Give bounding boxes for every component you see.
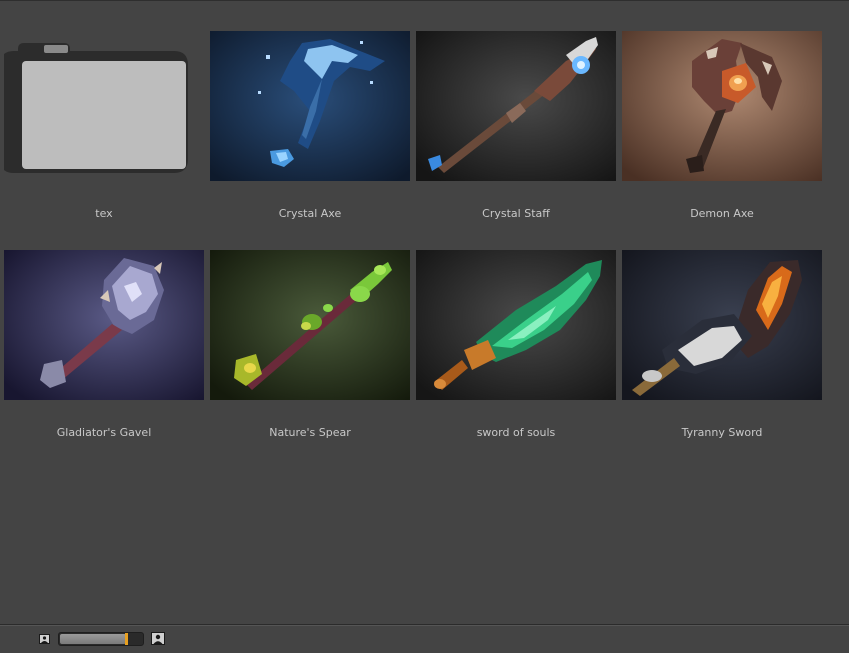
asset-thumbnail[interactable] (210, 250, 410, 400)
slider-fill (60, 634, 126, 644)
image-small-icon[interactable] (39, 634, 50, 644)
natures-spear-image (210, 250, 410, 400)
asset-label: Tyranny Sword (681, 426, 763, 439)
asset-browser-window: tex Crystal Axe Crystal Staff Demon Axe … (0, 0, 849, 653)
slider-handle[interactable] (125, 633, 128, 645)
asset-label: sword of souls (476, 426, 556, 439)
asset-label: Gladiator's Gavel (56, 426, 152, 439)
asset-label: Nature's Spear (269, 426, 351, 439)
folder-thumbnail[interactable] (4, 31, 204, 181)
crystal-axe-image (210, 31, 410, 181)
asset-item-demon-axe[interactable]: Demon Axe (622, 31, 822, 241)
asset-thumbnail[interactable] (622, 250, 822, 400)
asset-label: Crystal Axe (278, 207, 342, 220)
crystal-staff-image (416, 31, 616, 181)
thumbnail-size-slider[interactable] (58, 632, 144, 646)
asset-label: Crystal Staff (482, 207, 550, 220)
asset-item-sword-of-souls[interactable]: sword of souls (416, 250, 616, 460)
asset-thumbnail[interactable] (416, 250, 616, 400)
asset-item-gladiators-gavel[interactable]: Gladiator's Gavel (4, 250, 204, 460)
demon-axe-image (622, 31, 822, 181)
tyranny-sword-image (622, 250, 822, 400)
asset-item-tex[interactable]: tex (4, 31, 204, 241)
asset-thumbnail[interactable] (416, 31, 616, 181)
asset-thumbnail[interactable] (622, 31, 822, 181)
asset-grid: tex Crystal Axe Crystal Staff Demon Axe … (4, 31, 824, 451)
sword-of-souls-image (416, 250, 616, 400)
asset-item-tyranny-sword[interactable]: Tyranny Sword (622, 250, 822, 460)
asset-item-crystal-axe[interactable]: Crystal Axe (210, 31, 410, 241)
asset-thumbnail[interactable] (4, 250, 204, 400)
gladiators-gavel-image (4, 250, 204, 400)
asset-item-natures-spear[interactable]: Nature's Spear (210, 250, 410, 460)
image-large-icon[interactable] (151, 632, 165, 645)
asset-label: Demon Axe (690, 207, 754, 220)
asset-item-crystal-staff[interactable]: Crystal Staff (416, 31, 616, 241)
asset-thumbnail[interactable] (210, 31, 410, 181)
browser-footer (0, 624, 849, 653)
asset-label: tex (95, 207, 113, 220)
folder-icon (4, 43, 188, 173)
